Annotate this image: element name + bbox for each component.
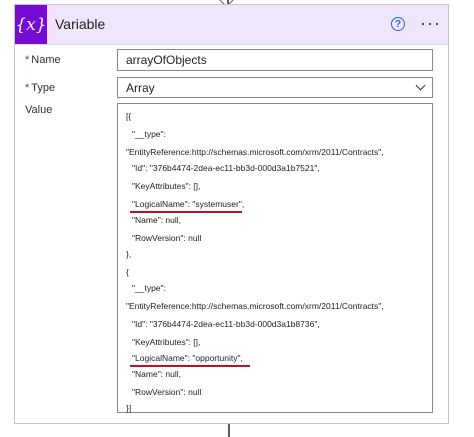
- type-label: * Type: [25, 82, 56, 94]
- value-line: "RowVersion": null: [132, 233, 202, 243]
- value-line: "Name": null,: [132, 369, 182, 379]
- value-line: {: [126, 267, 129, 277]
- value-line-highlighted: "LogicalName": "opportunity",: [132, 353, 243, 363]
- variable-icon: {x}: [15, 5, 47, 44]
- value-line: }]: [126, 403, 132, 413]
- value-line: "Id": "376b4474-2dea-ec11-bb3d-000d3a1b8…: [132, 319, 320, 329]
- value-line: "RowVersion": null: [132, 387, 202, 397]
- card-header[interactable]: {x} Variable ? ···: [15, 5, 448, 45]
- name-label: * Name: [25, 54, 61, 66]
- help-circle-icon[interactable]: ?: [391, 17, 405, 31]
- value-line: },: [126, 249, 132, 259]
- value-textarea[interactable]: [{ "__type": "EntityReference:http://sch…: [117, 103, 433, 413]
- required-marker: *: [25, 54, 30, 66]
- value-line: "KeyAttributes": [],: [132, 337, 201, 347]
- value-line: "KeyAttributes": [],: [132, 181, 201, 191]
- connector-line-bottom: [228, 424, 230, 437]
- value-line: [{: [126, 111, 132, 121]
- card-title: Variable: [55, 16, 106, 32]
- variable-action-card: {x} Variable ? ··· * Name arrayOfObjects …: [14, 4, 449, 424]
- type-selected-value: Array: [126, 81, 155, 95]
- value-line: "__type":: [132, 283, 166, 293]
- value-line: "__type":: [132, 129, 166, 139]
- highlight-underline: [130, 211, 242, 213]
- required-marker: *: [25, 82, 30, 94]
- value-line: "EntityReference:http://schemas.microsof…: [126, 301, 384, 311]
- type-dropdown[interactable]: Array: [117, 77, 433, 98]
- value-label: Value: [25, 104, 53, 116]
- value-line: "Name": null,: [132, 215, 182, 225]
- chevron-down-icon[interactable]: [415, 80, 426, 91]
- value-line: "EntityReference:http://schemas.microsof…: [126, 147, 384, 157]
- value-line-highlighted: "LogicalName": "systemuser",: [132, 199, 245, 209]
- name-input[interactable]: arrayOfObjects: [117, 49, 433, 71]
- value-line: "Id": "376b4474-2dea-ec11-bb3d-000d3a1b7…: [132, 163, 320, 173]
- more-options-icon[interactable]: ···: [420, 13, 441, 34]
- highlight-underline: [130, 365, 250, 367]
